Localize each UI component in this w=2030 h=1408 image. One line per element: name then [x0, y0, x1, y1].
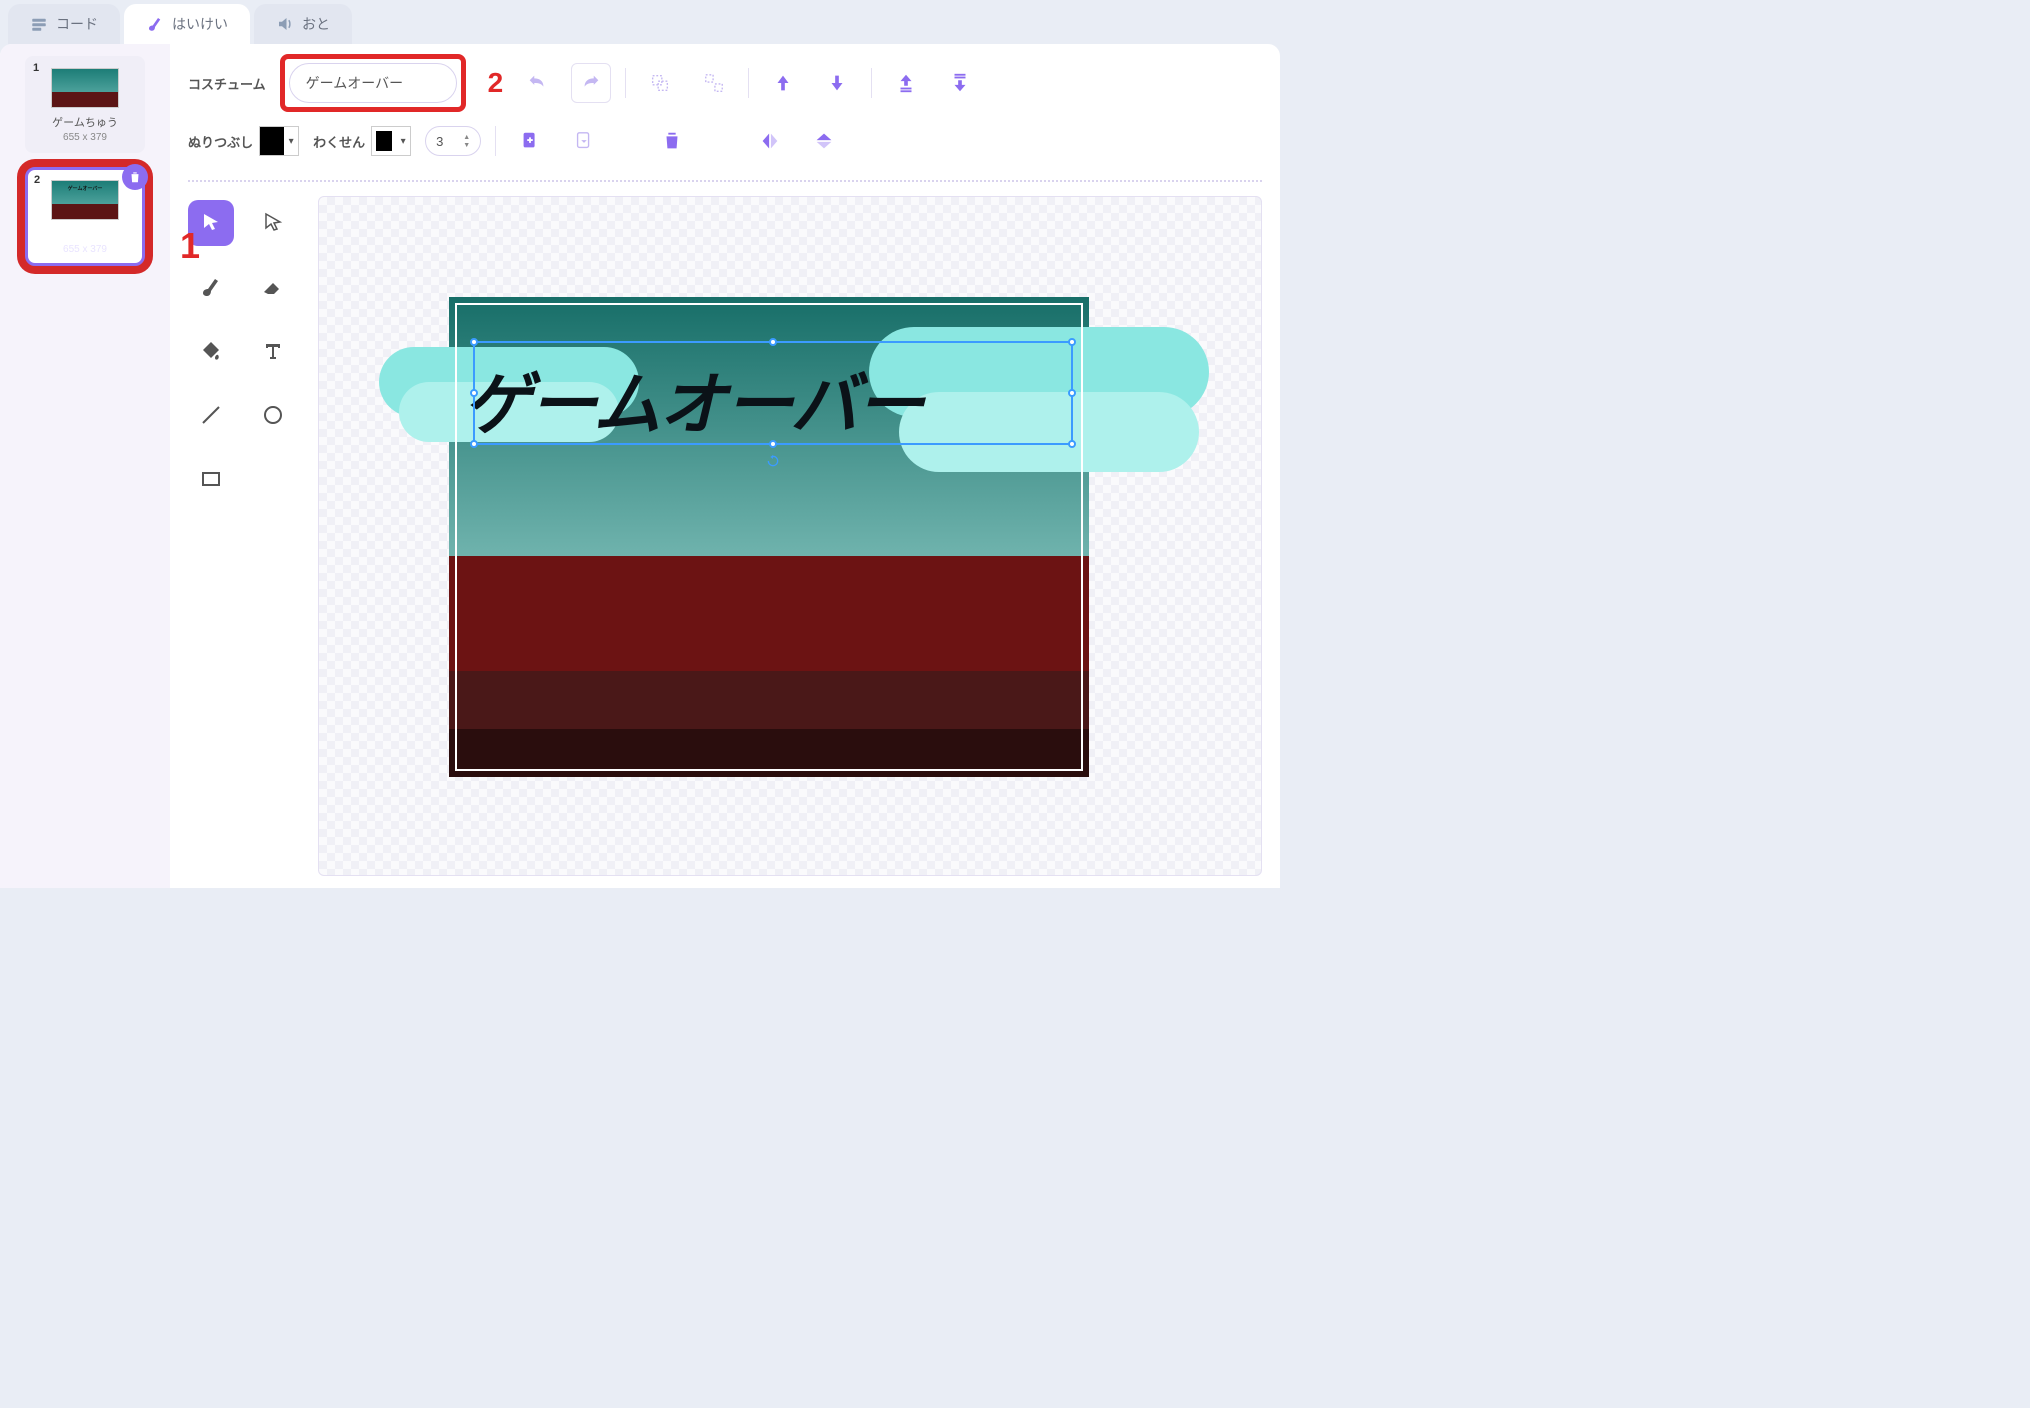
tab-code-label: コード	[56, 14, 98, 34]
thumb-title: ゲームオー...	[34, 226, 136, 242]
workarea: ゲームオーバー	[188, 196, 1262, 876]
fill-tool[interactable]	[188, 328, 234, 374]
annotation-2: 2	[488, 67, 504, 99]
stage-content: ゲームオーバー	[449, 297, 1089, 777]
rect-tool[interactable]	[188, 456, 234, 502]
front-button[interactable]	[886, 63, 926, 103]
canvas[interactable]: ゲームオーバー	[318, 196, 1262, 876]
tab-backdrops-label: はいけい	[172, 14, 228, 34]
outline-color-picker[interactable]: わくせん ▾	[313, 126, 411, 156]
thumb-preview	[51, 68, 119, 108]
backdrop-list: 1 ゲームちゅう 655 x 379 2 ゲームオーバー ゲームオー... 65…	[0, 44, 170, 888]
backdrop-thumb-1[interactable]: 1 ゲームちゅう 655 x 379	[25, 56, 145, 153]
annotation-1: 1	[180, 225, 200, 267]
copy-button[interactable]	[510, 121, 550, 161]
group-button[interactable]	[640, 63, 680, 103]
separator	[188, 180, 1262, 182]
outline-width-input[interactable]: 3 ▲▼	[425, 126, 481, 156]
backdrop-thumb-2[interactable]: 2 ゲームオーバー ゲームオー... 655 x 379	[25, 167, 145, 266]
selection-box[interactable]	[473, 341, 1073, 445]
costume-label: コスチューム	[188, 74, 266, 93]
undo-button[interactable]	[517, 63, 557, 103]
eraser-tool[interactable]	[250, 264, 296, 310]
paint-editor: コスチューム 2 ぬりつぶし ▾ わくせん ▾	[170, 44, 1280, 888]
backward-button[interactable]	[817, 63, 857, 103]
tab-backdrops[interactable]: はいけい	[124, 4, 250, 44]
thumb-number: 2	[34, 174, 40, 186]
paste-button[interactable]	[564, 121, 604, 161]
sound-icon	[276, 15, 294, 33]
tabs: コード はいけい おと	[0, 0, 1280, 44]
rotation-handle[interactable]	[765, 453, 781, 469]
thumb-dims: 655 x 379	[33, 132, 137, 143]
fill-color-picker[interactable]: ぬりつぶし ▾	[188, 126, 299, 156]
thumb-dims: 655 x 379	[34, 244, 136, 255]
forward-button[interactable]	[763, 63, 803, 103]
costume-name-highlight	[280, 54, 466, 112]
tab-sounds-label: おと	[302, 14, 330, 34]
back-button[interactable]	[940, 63, 980, 103]
line-tool[interactable]	[188, 392, 234, 438]
redo-button[interactable]	[571, 63, 611, 103]
oval-tool[interactable]	[250, 392, 296, 438]
thumb-preview: ゲームオーバー	[51, 180, 119, 220]
editor-row-2: ぬりつぶし ▾ わくせん ▾ 3 ▲▼	[188, 116, 1262, 166]
thumb-title: ゲームちゅう	[33, 114, 137, 130]
main: 1 ゲームちゅう 655 x 379 2 ゲームオーバー ゲームオー... 65…	[0, 44, 1280, 888]
tab-code[interactable]: コード	[8, 4, 120, 44]
brush-icon	[146, 15, 164, 33]
text-tool[interactable]	[250, 328, 296, 374]
editor-top-row: コスチューム 2	[188, 56, 1262, 110]
tab-sounds[interactable]: おと	[254, 4, 352, 44]
brush-tool[interactable]	[188, 264, 234, 310]
thumb-number: 1	[33, 62, 39, 74]
flip-vertical-button[interactable]	[804, 121, 844, 161]
flip-horizontal-button[interactable]	[750, 121, 790, 161]
delete-button[interactable]	[652, 121, 692, 161]
ungroup-button[interactable]	[694, 63, 734, 103]
tool-palette	[188, 196, 298, 876]
costume-name-input[interactable]	[289, 63, 457, 103]
code-icon	[30, 15, 48, 33]
delete-thumb-button[interactable]	[122, 164, 148, 190]
reshape-tool[interactable]	[250, 200, 296, 246]
